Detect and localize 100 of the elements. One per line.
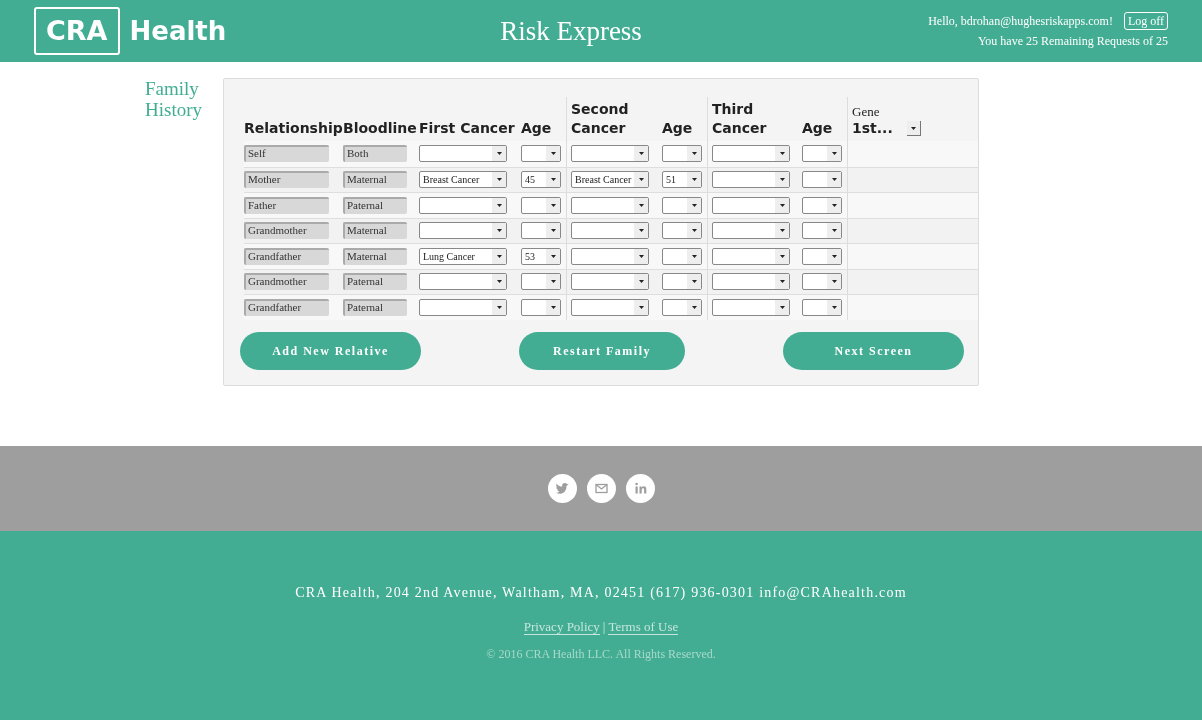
caret-icon (779, 203, 785, 207)
dropdown[interactable]: Breast Cancer (419, 171, 507, 189)
gene-label: Gene (852, 104, 881, 119)
caret-icon (550, 152, 556, 156)
dropdown[interactable] (662, 273, 702, 291)
caret-icon (691, 254, 697, 258)
caret-icon (550, 178, 556, 182)
logo-badge: CRA (34, 7, 120, 55)
link-separator: | (602, 619, 606, 635)
dropdown[interactable] (712, 247, 790, 265)
dropdown[interactable] (802, 273, 842, 291)
caret-icon (691, 229, 697, 233)
column-header: Bloodline (343, 119, 417, 138)
readonly-field: Grandmother (244, 273, 329, 291)
dropdown[interactable] (571, 196, 649, 214)
caret-icon (550, 280, 556, 284)
remaining-requests-text: You have 25 Remaining Requests of 25 (977, 33, 1168, 50)
caret-icon (691, 305, 697, 309)
dropdown[interactable] (712, 196, 790, 214)
dropdown[interactable] (662, 247, 702, 265)
dropdown[interactable] (521, 145, 561, 163)
dropdown[interactable] (662, 196, 702, 214)
caret-icon (831, 229, 837, 233)
caret-icon (638, 178, 644, 182)
address-text: CRA Health, 204 2nd Avenue, Waltham, MA, 02451 (617) 936-0301 info@CRAhealth.com (295, 584, 907, 602)
dropdown[interactable] (712, 171, 790, 189)
greeting-text: Hello, bdrohan@hughesriskapps.com! (928, 13, 1113, 30)
dropdown[interactable] (662, 145, 702, 163)
dropdown[interactable]: 51 (662, 171, 702, 189)
dropdown[interactable] (662, 222, 702, 240)
readonly-field: Father (244, 196, 329, 214)
dropdown[interactable] (521, 196, 561, 214)
readonly-field: Paternal (343, 196, 407, 214)
caret-icon (779, 229, 785, 233)
twitter-icon[interactable] (547, 474, 577, 503)
dropdown[interactable] (419, 273, 507, 291)
dropdown[interactable] (571, 298, 649, 316)
dropdown[interactable] (712, 273, 790, 291)
caret-icon (691, 178, 697, 182)
column-header: Relationship (244, 119, 343, 138)
dropdown[interactable] (419, 222, 507, 240)
caret-icon (638, 305, 644, 309)
dropdown[interactable]: 53 (521, 247, 561, 265)
caret-icon (831, 152, 837, 156)
dropdown[interactable] (419, 298, 507, 316)
dropdown[interactable] (521, 273, 561, 291)
dropdown[interactable] (802, 145, 842, 163)
linkedin-icon[interactable] (625, 474, 655, 503)
dropdown[interactable] (802, 247, 842, 265)
dropdown[interactable] (571, 222, 649, 240)
caret-icon (496, 229, 502, 233)
caret-icon (638, 203, 644, 207)
dropdown[interactable] (419, 145, 507, 163)
dropdown[interactable] (802, 196, 842, 214)
readonly-field: Grandmother (244, 222, 329, 240)
dropdown[interactable] (521, 298, 561, 316)
caret-icon (496, 280, 502, 284)
dropdown[interactable]: Breast Cancer (571, 171, 649, 189)
caret-icon (779, 254, 785, 258)
dropdown[interactable] (662, 298, 702, 316)
readonly-field: Paternal (343, 298, 407, 316)
column-header: Second Cancer (571, 100, 630, 138)
dropdown[interactable] (419, 196, 507, 214)
dropdown[interactable] (571, 145, 649, 163)
dropdown[interactable] (802, 298, 842, 316)
caret-icon (831, 254, 837, 258)
caret-icon (638, 229, 644, 233)
dropdown[interactable] (571, 247, 649, 265)
caret-icon (496, 305, 502, 309)
dropdown[interactable] (712, 145, 790, 163)
dropdown[interactable]: 45 (521, 171, 561, 189)
caret-icon (550, 305, 556, 309)
caret-icon (779, 305, 785, 309)
dropdown[interactable] (712, 298, 790, 316)
caret-icon (638, 280, 644, 284)
caret-icon (831, 203, 837, 207)
readonly-field: Both (343, 145, 407, 163)
caret-icon (691, 203, 697, 207)
caret-icon (496, 203, 502, 207)
dropdown[interactable] (521, 222, 561, 240)
caret-icon (496, 178, 502, 182)
column-header: Age (802, 119, 833, 138)
dropdown[interactable] (571, 273, 649, 291)
readonly-field: Grandfather (244, 298, 329, 316)
caret-icon (910, 126, 916, 130)
dropdown-button[interactable] (906, 121, 921, 136)
dropdown[interactable] (802, 171, 842, 189)
column-header: Age (521, 119, 552, 138)
mail-icon[interactable] (586, 474, 616, 503)
gene-select-text: 1st... (852, 119, 893, 138)
caret-icon (638, 152, 644, 156)
readonly-field: Paternal (343, 273, 407, 291)
dropdown[interactable] (802, 222, 842, 240)
dropdown[interactable] (712, 222, 790, 240)
caret-icon (831, 178, 837, 182)
caret-icon (779, 280, 785, 284)
readonly-field: Maternal (343, 247, 407, 265)
dropdown[interactable]: Lung Cancer (419, 247, 507, 265)
column-header: Age (662, 119, 693, 138)
logo-text: Health (129, 14, 227, 48)
